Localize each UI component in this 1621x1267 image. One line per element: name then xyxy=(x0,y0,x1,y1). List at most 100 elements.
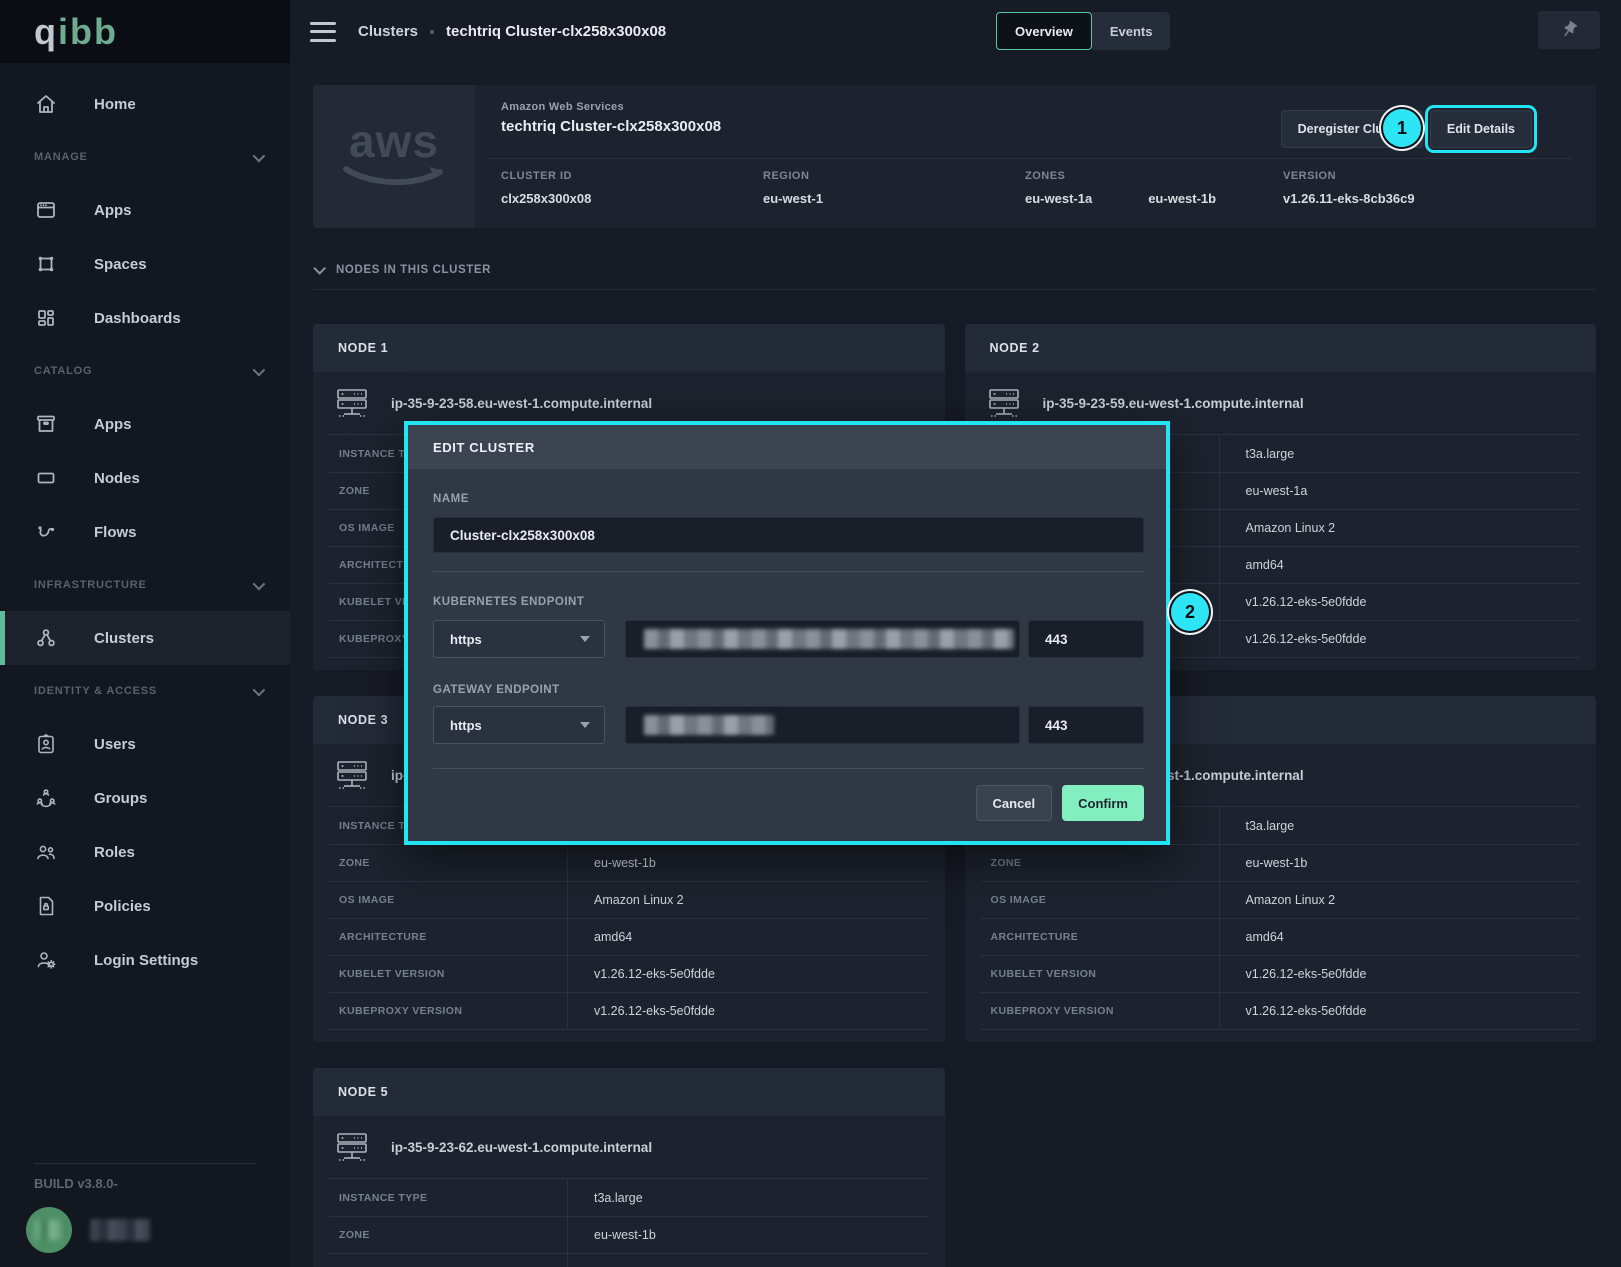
node-card-header: NODE 1 xyxy=(313,324,945,372)
breadcrumb-clusters-link[interactable]: Clusters xyxy=(358,23,418,40)
table-row: KUBEPROXY VERSIONv1.26.12-eks-5e0fdde xyxy=(329,992,929,1029)
name-field-label: NAME xyxy=(433,493,469,505)
sidebar-item-label: Login Settings xyxy=(94,952,198,969)
sidebar-section-identity-access[interactable]: IDENTITY & ACCESS xyxy=(0,665,290,717)
row-value: v1.26.12-eks-5e0fdde xyxy=(1219,956,1581,992)
avatar xyxy=(26,1207,72,1253)
flows-icon xyxy=(34,520,58,544)
aws-smile-icon xyxy=(342,164,446,190)
confirm-button[interactable]: Confirm xyxy=(1062,785,1144,821)
sidebar-item-label: Apps xyxy=(94,416,132,433)
sidebar-item-nodes[interactable]: Nodes xyxy=(0,451,290,505)
selected-protocol: https xyxy=(450,632,482,647)
tab-events[interactable]: Events xyxy=(1092,12,1171,50)
apps-box-icon xyxy=(34,412,58,436)
detail-label: CLUSTER ID xyxy=(501,170,763,182)
node-title: NODE 2 xyxy=(990,341,1040,355)
sidebar-item-users[interactable]: Users xyxy=(0,717,290,771)
sidebar-item-spaces[interactable]: Spaces xyxy=(0,237,290,291)
row-label: OS IMAGE xyxy=(329,894,567,906)
detail-zones: ZONES eu-west-1a eu-west-1b xyxy=(1025,170,1283,206)
table-row: KUBELET VERSIONv1.26.12-eks-5e0fdde xyxy=(329,955,929,992)
edit-details-button[interactable]: Edit Details xyxy=(1430,110,1532,148)
gateway-port-input[interactable] xyxy=(1028,706,1144,744)
sidebar-item-flows[interactable]: Flows xyxy=(0,505,290,559)
row-value: v1.26.12-eks-5e0fdde xyxy=(567,956,929,992)
dashboards-icon xyxy=(34,306,58,330)
sidebar-item-groups[interactable]: Groups xyxy=(0,771,290,825)
row-value: Amazon Linux 2 xyxy=(1219,510,1581,546)
row-value: v1.26.12-eks-5e0fdde xyxy=(1219,621,1581,657)
sidebar-section-infrastructure[interactable]: INFRASTRUCTURE xyxy=(0,559,290,611)
chevron-down-icon xyxy=(253,149,266,162)
row-value xyxy=(567,1254,929,1267)
sidebar-item-apps-catalog[interactable]: Apps xyxy=(0,397,290,451)
detail-value: v1.26.11-eks-8cb36c9 xyxy=(1283,191,1545,206)
node-title: NODE 3 xyxy=(338,713,388,727)
breadcrumb: Clusters techtriq Cluster-clx258x300x08 xyxy=(358,23,666,40)
row-value: Amazon Linux 2 xyxy=(1219,882,1581,918)
row-value: v1.26.12-eks-5e0fdde xyxy=(1219,993,1581,1029)
nodes-section-divider xyxy=(313,289,1596,290)
annotation-step-1-badge: 1 xyxy=(1383,109,1421,147)
build-version-label: BUILD v3.8.0- xyxy=(0,1176,290,1191)
sidebar-item-clusters[interactable]: Clusters xyxy=(0,611,290,665)
user-account[interactable] xyxy=(0,1207,290,1253)
detail-value-zone-a: eu-west-1a xyxy=(1025,191,1092,206)
home-icon xyxy=(34,92,58,116)
sidebar-item-label: Clusters xyxy=(94,630,154,647)
gateway-endpoint-row: https xyxy=(433,706,1144,744)
node-host-row: ip-35-9-23-62.eu-west-1.compute.internal xyxy=(329,1116,929,1178)
kubernetes-url-input[interactable] xyxy=(625,620,1020,658)
nodes-section-toggle[interactable]: NODES IN THIS CLUSTER xyxy=(313,264,1596,276)
qibb-logo[interactable]: qibb xyxy=(0,0,290,63)
sidebar-item-apps-manage[interactable]: Apps xyxy=(0,183,290,237)
row-label: ARCHITECTURE xyxy=(329,931,567,943)
row-value: eu-west-1b xyxy=(567,1217,929,1253)
detail-label: VERSION xyxy=(1283,170,1545,182)
logo-letters-ibb: ibb xyxy=(58,11,118,52)
hamburger-menu-icon[interactable] xyxy=(310,22,336,42)
cancel-button[interactable]: Cancel xyxy=(976,785,1053,821)
gateway-protocol-select[interactable]: https xyxy=(433,706,605,744)
detail-value: eu-west-1 xyxy=(763,191,1025,206)
sidebar-item-home[interactable]: Home xyxy=(0,77,290,131)
sidebar-item-label: Nodes xyxy=(94,470,140,487)
row-label: ZONE xyxy=(329,857,567,869)
server-icon xyxy=(335,387,369,419)
cluster-name-input[interactable] xyxy=(433,517,1144,553)
pin-button[interactable] xyxy=(1538,11,1600,49)
sidebar-item-roles[interactable]: Roles xyxy=(0,825,290,879)
node-details-table: INSTANCE TYPEt3a.large ZONEeu-west-1b OS… xyxy=(329,1178,929,1267)
logo-letter-q: q xyxy=(34,11,58,52)
table-row: ZONEeu-west-1b xyxy=(981,844,1581,881)
row-value: v1.26.12-eks-5e0fdde xyxy=(567,993,929,1029)
edit-cluster-modal: EDIT CLUSTER NAME KUBERNETES ENDPOINT ht… xyxy=(404,421,1170,845)
sidebar-section-catalog[interactable]: CATALOG xyxy=(0,345,290,397)
row-label: OS IMAGE xyxy=(981,894,1219,906)
sidebar-item-policies[interactable]: Policies xyxy=(0,879,290,933)
sidebar-item-label: Flows xyxy=(94,524,137,541)
row-value: amd64 xyxy=(1219,919,1581,955)
login-settings-icon xyxy=(34,948,58,972)
row-value: amd64 xyxy=(567,919,929,955)
server-icon xyxy=(335,1131,369,1163)
row-label: KUBEPROXY VERSION xyxy=(981,1005,1219,1017)
sidebar-section-manage[interactable]: MANAGE xyxy=(0,131,290,183)
sidebar-item-label: Groups xyxy=(94,790,147,807)
table-row: ARCHITECTUREamd64 xyxy=(981,918,1581,955)
detail-version: VERSION v1.26.11-eks-8cb36c9 xyxy=(1283,170,1545,206)
sidebar-item-label: Roles xyxy=(94,844,135,861)
kubernetes-protocol-select[interactable]: https xyxy=(433,620,605,658)
sidebar-item-dashboards[interactable]: Dashboards xyxy=(0,291,290,345)
gateway-url-input[interactable] xyxy=(625,706,1020,744)
node-card-5: NODE 5 ip-35-9-23-62.eu-west-1.compute.i… xyxy=(313,1068,945,1267)
detail-label: REGION xyxy=(763,170,1025,182)
section-label: INFRASTRUCTURE xyxy=(34,579,147,591)
section-label: CATALOG xyxy=(34,365,92,377)
sidebar-item-login-settings[interactable]: Login Settings xyxy=(0,933,290,987)
kubernetes-port-input[interactable] xyxy=(1028,620,1144,658)
table-row: OS IMAGE xyxy=(329,1253,929,1267)
spaces-icon xyxy=(34,252,58,276)
tab-overview[interactable]: Overview xyxy=(996,12,1092,50)
